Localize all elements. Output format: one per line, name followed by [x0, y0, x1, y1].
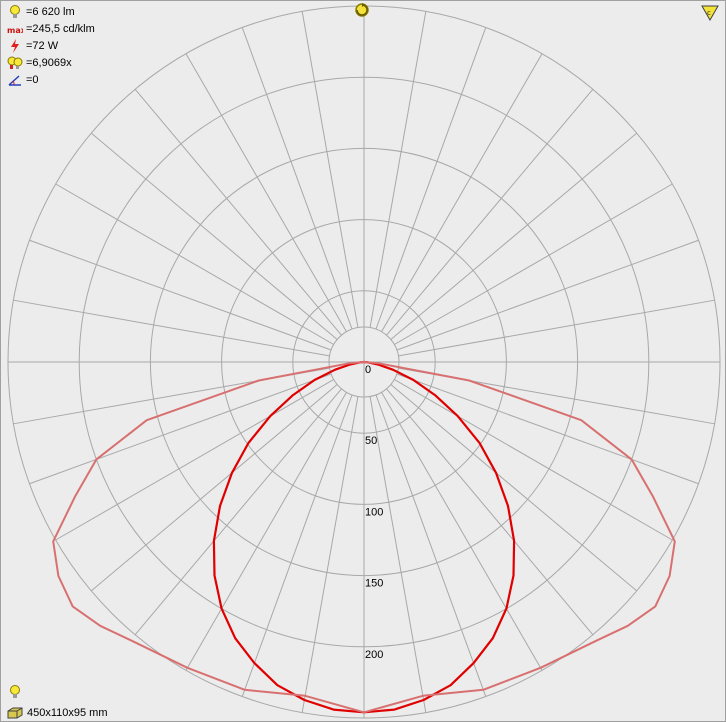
grid-spoke [381, 392, 543, 671]
grid-spoke [90, 132, 338, 340]
polar-chart: 050100150200250 [7, 5, 721, 721]
grid-spoke [134, 88, 342, 336]
grid-spoke [241, 394, 353, 697]
photometric-diagram: 050100150200250 =6 620 lm max =245,5 cd/… [0, 0, 726, 722]
grid-spoke [185, 392, 347, 671]
bulb-icon [7, 5, 23, 19]
grid-spoke [301, 396, 359, 713]
svg-text:max: max [7, 26, 23, 35]
grid-spoke [301, 11, 359, 328]
grid-spoke [134, 388, 342, 636]
grid-spoke [375, 394, 487, 697]
flux-row: =6 620 lm [7, 5, 75, 19]
power-value: =72 W [26, 40, 59, 52]
svg-text:c: c [707, 9, 711, 17]
grid-spoke [398, 299, 715, 357]
grid-spoke [29, 239, 332, 351]
tilt-value: =0 [26, 74, 39, 86]
grid-spoke [381, 53, 543, 332]
grid-spoke [390, 132, 638, 340]
grid-spoke [369, 11, 427, 328]
radial-tick-label: 150 [365, 578, 383, 590]
grid-spoke [185, 53, 347, 332]
dimensions-value: 450x110x95 mm [27, 707, 108, 719]
max-intensity-row: max =245,5 cd/klm [7, 22, 95, 36]
grid-spoke [396, 373, 699, 485]
grid-spoke [55, 183, 334, 345]
radial-tick-label: 200 [365, 649, 383, 661]
grid-spoke [396, 239, 699, 351]
box-icon [7, 707, 23, 719]
grid-spoke [386, 88, 594, 336]
grid-spoke [241, 27, 353, 330]
lightning-icon [7, 39, 23, 53]
bulb-icon [9, 685, 21, 704]
angle-icon [7, 73, 23, 87]
grid-spoke [369, 396, 427, 713]
power-row: =72 W [7, 39, 58, 53]
grid-spoke [375, 27, 487, 330]
radial-tick-label: 50 [365, 435, 377, 447]
max-intensity-value: =245,5 cd/klm [26, 23, 95, 35]
warning-icon[interactable]: c [701, 5, 719, 26]
radial-tick-label: 100 [365, 506, 383, 518]
tilt-row: =0 [7, 73, 39, 87]
grid-spoke [394, 183, 673, 345]
dimensions-row: 450x110x95 mm [7, 707, 108, 719]
grid-spoke [13, 299, 330, 357]
radial-tick-label: 0 [365, 364, 371, 376]
rotate-icon[interactable] [352, 2, 372, 23]
grid-spoke [29, 373, 332, 485]
grid-spoke [386, 388, 594, 636]
bulb-multi-icon [7, 56, 23, 70]
max-icon: max [7, 22, 23, 36]
flux-value: =6 620 lm [26, 6, 75, 18]
lor-row: =6,9069x [7, 56, 72, 70]
lor-value: =6,9069x [26, 57, 72, 69]
